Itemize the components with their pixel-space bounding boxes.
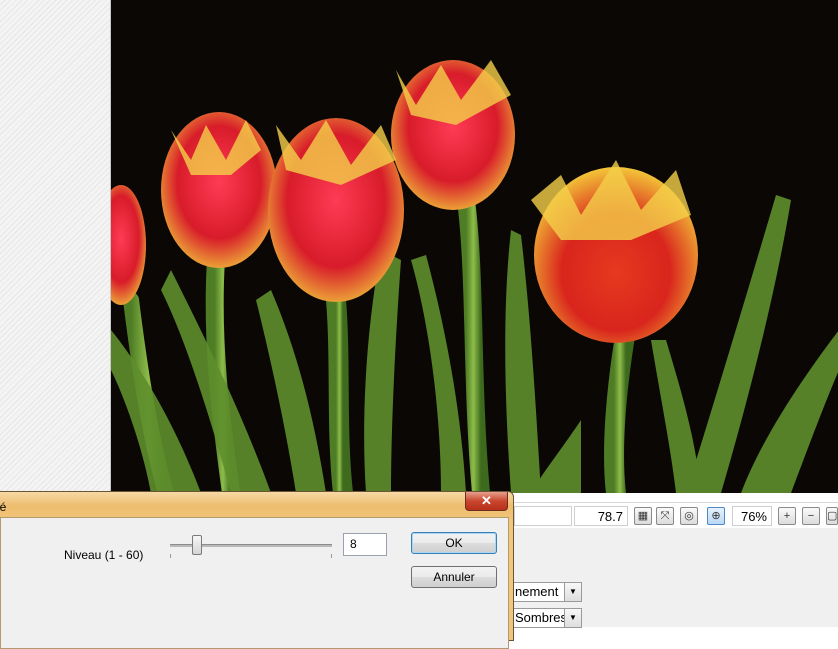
dialog-title: gé xyxy=(0,500,7,514)
zoom-out-icon[interactable]: − xyxy=(802,507,820,525)
cancel-button[interactable]: Annuler xyxy=(411,566,497,588)
filesize-field: 78.7 KB xyxy=(574,506,628,544)
chevron-down-icon[interactable]: ▼ xyxy=(564,583,581,601)
chevron-down-icon[interactable]: ▼ xyxy=(564,609,581,627)
left-panel xyxy=(0,0,110,493)
close-button[interactable]: ✕ xyxy=(465,492,508,511)
mode-combo[interactable]: nement ▼ xyxy=(510,582,582,602)
status-bar: 78.7 KB ▦ ⤧ ◎ ⊕ 76% + − ▢ xyxy=(510,502,838,544)
status-blank-field xyxy=(514,506,572,526)
slider-tick xyxy=(170,554,171,558)
tone-combo[interactable]: Sombres ▼ xyxy=(510,608,582,628)
ok-button[interactable]: OK xyxy=(411,532,497,554)
niveau-value-input[interactable]: 8 xyxy=(343,533,387,556)
tulips-image xyxy=(111,0,838,493)
mode-combo-value: nement xyxy=(515,584,559,599)
tone-combo-value: Sombres xyxy=(515,610,568,625)
fullscreen-icon[interactable]: ▢ xyxy=(826,507,838,525)
zoom-fit-icon[interactable]: ⊕ xyxy=(707,507,725,525)
zoom-in-icon[interactable]: + xyxy=(778,507,796,525)
fit-icon[interactable]: ⤧ xyxy=(656,507,674,525)
image-canvas[interactable] xyxy=(110,0,838,493)
lower-panel: nement ▼ Sombres ▼ xyxy=(510,528,838,628)
zoom-level-field[interactable]: 76% xyxy=(732,506,772,526)
slider-tick xyxy=(331,554,332,558)
niveau-label: Niveau (1 - 60) xyxy=(64,548,144,562)
niveau-slider-thumb[interactable] xyxy=(192,535,203,555)
checker-icon[interactable]: ▦ xyxy=(634,507,652,525)
actual-size-icon[interactable]: ◎ xyxy=(680,507,698,525)
